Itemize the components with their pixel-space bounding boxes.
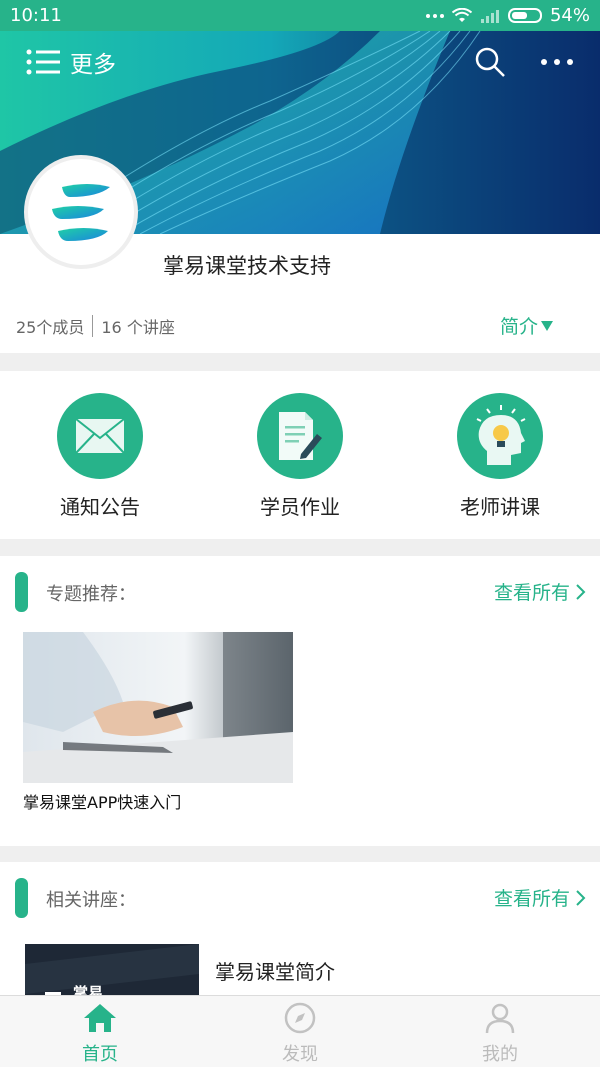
quick-actions: 通知公告 学员作业 老师讲课 xyxy=(0,371,600,539)
topics-view-all[interactable]: 查看所有 xyxy=(494,578,586,605)
battery-level: 54% xyxy=(549,5,590,26)
topic-card[interactable]: 掌易课堂APP快速入门 xyxy=(23,632,293,813)
topic-title: 掌易课堂APP快速入门 xyxy=(23,793,182,812)
battery-icon xyxy=(507,8,542,23)
caret-down-icon xyxy=(541,320,553,331)
lectures-title: 相关讲座： xyxy=(46,890,136,911)
status-time: 10:11 xyxy=(10,5,62,26)
chevron-right-icon xyxy=(576,889,586,906)
lectures-view-all[interactable]: 查看所有 xyxy=(494,884,586,911)
notification-dots-icon xyxy=(425,13,444,18)
nav-profile[interactable]: 我的 xyxy=(400,996,600,1067)
nav-discover-label: 发现 xyxy=(282,1044,318,1065)
notice-label: 通知公告 xyxy=(60,495,140,519)
section-marker xyxy=(15,878,28,918)
lectures-header: 相关讲座： 查看所有 xyxy=(0,862,600,934)
more-menu-label: 更多 xyxy=(70,52,116,78)
teacher-lecture-label: 老师讲课 xyxy=(460,495,540,519)
list-menu-icon xyxy=(26,49,60,75)
intro-toggle[interactable]: 简介 xyxy=(500,312,554,339)
nav-home-label: 首页 xyxy=(82,1044,118,1065)
more-menu-button[interactable]: 更多 xyxy=(26,45,116,79)
homework-label: 学员作业 xyxy=(260,495,340,519)
homework-icon xyxy=(279,412,322,460)
group-name: 掌易课堂技术支持 xyxy=(163,254,331,278)
bottom-nav: 首页 发现 我的 xyxy=(0,995,600,1067)
home-icon xyxy=(84,1004,116,1032)
homework-circle xyxy=(257,393,343,479)
stats-divider xyxy=(92,315,94,337)
search-icon[interactable] xyxy=(474,46,506,78)
status-bar: 10:11 54% xyxy=(0,0,600,31)
lecture-title: 掌易课堂简介 xyxy=(215,960,335,984)
topics-view-all-label: 查看所有 xyxy=(493,582,570,604)
notice-circle xyxy=(57,393,143,479)
topics-header: 专题推荐： 查看所有 xyxy=(0,556,600,628)
user-icon xyxy=(485,1003,515,1034)
lectures-section: 相关讲座： 查看所有 掌易 掌易课堂简介 xyxy=(0,862,600,1014)
top-bar: 更多 xyxy=(0,31,600,93)
lecture-count[interactable]: 16 个讲座 xyxy=(101,314,174,338)
teacher-lecture-circle xyxy=(457,393,543,479)
mail-icon xyxy=(75,418,125,454)
topics-title: 专题推荐： xyxy=(46,584,136,605)
section-marker xyxy=(15,572,28,612)
teacher-lecture-action[interactable]: 老师讲课 xyxy=(400,371,600,539)
more-options-icon[interactable] xyxy=(540,58,574,66)
chevron-right-icon xyxy=(576,583,586,600)
intro-label: 简介 xyxy=(499,316,538,338)
notice-action[interactable]: 通知公告 xyxy=(0,371,200,539)
signal-icon xyxy=(480,9,499,23)
idea-icon xyxy=(476,405,526,465)
topic-cover-image xyxy=(23,632,293,783)
nav-discover[interactable]: 发现 xyxy=(200,996,400,1067)
group-avatar xyxy=(24,155,138,269)
app-logo-icon xyxy=(52,184,110,241)
member-count[interactable]: 25个成员 xyxy=(16,314,84,338)
lectures-view-all-label: 查看所有 xyxy=(493,888,570,910)
homework-action[interactable]: 学员作业 xyxy=(200,371,400,539)
compass-icon xyxy=(284,1002,316,1034)
topics-section: 专题推荐： 查看所有 掌易课堂APP快速入门 xyxy=(0,556,600,846)
nav-profile-label: 我的 xyxy=(482,1044,518,1065)
wifi-icon xyxy=(451,7,472,22)
group-stats: 25个成员 16 个讲座 xyxy=(16,314,175,338)
nav-home[interactable]: 首页 xyxy=(0,996,200,1067)
